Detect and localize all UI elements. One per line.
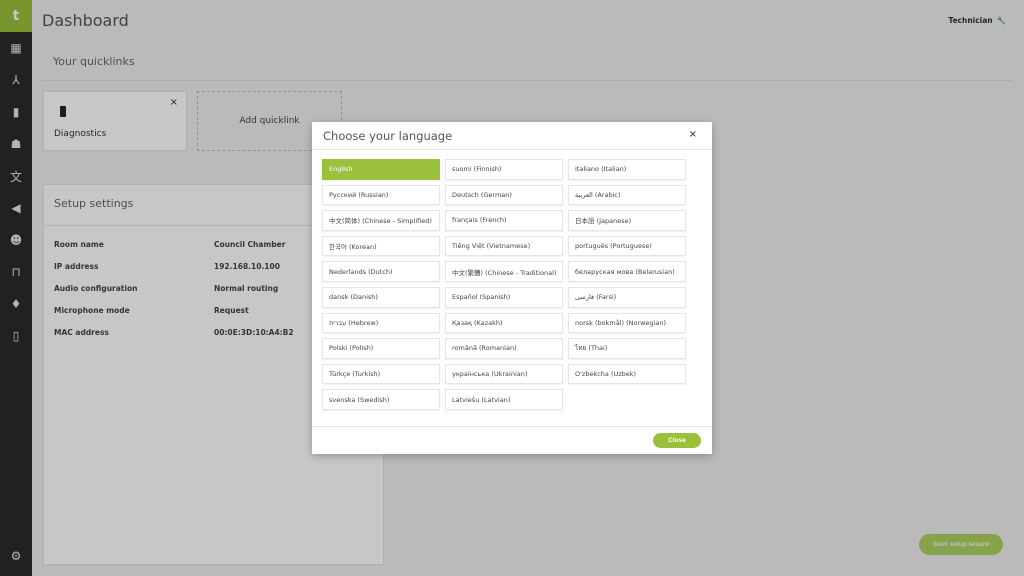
language-grid: English suomi (Finnish) italiano (Italian)… bbox=[322, 159, 686, 410]
language-option[interactable]: svenska (Swedish) bbox=[322, 389, 440, 410]
language-option[interactable]: Қазақ (Kazakh) bbox=[445, 312, 563, 334]
language-option[interactable]: 日本語 (Japanese) bbox=[568, 210, 686, 231]
language-option[interactable]: беларуская мова (Belarusian) bbox=[568, 261, 686, 282]
language-option[interactable]: suomi (Finnish) bbox=[445, 159, 563, 180]
language-option[interactable]: Español (Spanish) bbox=[445, 286, 563, 308]
language-option[interactable]: English bbox=[322, 159, 440, 180]
language-option[interactable]: Polski (Polish) bbox=[322, 338, 440, 359]
language-option[interactable]: română (Romanian) bbox=[445, 338, 563, 359]
language-option[interactable]: Nederlands (Dutch) bbox=[322, 261, 440, 282]
language-option[interactable]: italiano (Italian) bbox=[568, 159, 686, 180]
language-option[interactable]: Tiếng Việt (Vietnamese) bbox=[445, 235, 563, 257]
language-option[interactable]: norsk (bokmål) (Norwegian) bbox=[568, 312, 686, 334]
language-option[interactable]: français (French) bbox=[445, 210, 563, 231]
dialog-title: Choose your language bbox=[323, 129, 453, 143]
language-option[interactable]: O'zbekcha (Uzbek) bbox=[568, 363, 686, 385]
close-icon[interactable]: × bbox=[689, 129, 697, 140]
language-option[interactable]: עברית (Hebrew) bbox=[322, 312, 440, 334]
language-dialog: Choose your language × English suomi (Fin… bbox=[312, 122, 712, 454]
language-option[interactable]: 中文(繁體) (Chinese - Traditional) bbox=[445, 261, 563, 282]
language-option[interactable]: українська (Ukrainian) bbox=[445, 363, 563, 385]
language-option[interactable]: dansk (Danish) bbox=[322, 286, 440, 308]
language-option[interactable]: 한국어 (Korean) bbox=[322, 235, 440, 257]
divider bbox=[312, 149, 712, 150]
language-option[interactable]: Русский (Russian) bbox=[322, 184, 440, 206]
language-option[interactable]: ไทย (Thai) bbox=[568, 338, 686, 359]
language-option[interactable]: português (Portuguese) bbox=[568, 235, 686, 257]
language-option[interactable]: فارسی (Farsi) bbox=[568, 286, 686, 308]
language-option[interactable]: Latviešu (Latvian) bbox=[445, 389, 563, 410]
language-option[interactable]: Türkçe (Turkish) bbox=[322, 363, 440, 385]
language-option[interactable]: Deutsch (German) bbox=[445, 184, 563, 206]
language-option[interactable]: العربية (Arabic) bbox=[568, 184, 686, 206]
language-option[interactable]: 中文(简体) (Chinese - Simplified) bbox=[322, 210, 440, 231]
close-button[interactable]: Close bbox=[653, 433, 701, 448]
divider bbox=[312, 426, 712, 427]
